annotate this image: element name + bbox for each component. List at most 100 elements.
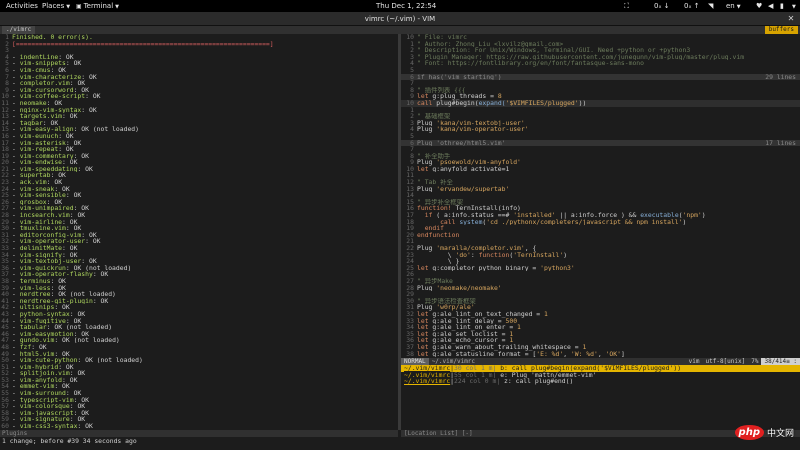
code-token: '$VIMFILES/plugged' bbox=[505, 99, 579, 107]
location-list-item[interactable]: ~/.vim/vimrc|224 col 0 m| z: call plug#e… bbox=[401, 378, 800, 385]
plugin-status: OK bbox=[69, 218, 78, 226]
code-token: expand( bbox=[478, 99, 506, 107]
line-number: 17 bbox=[1, 139, 9, 147]
right-status-line: NORMAL ~/.vim/vimrc vim utf-8[unix] 7% 38/41… bbox=[401, 358, 800, 365]
plugin-status-line: 36- vim-quickrun: OK (not loaded) bbox=[0, 265, 398, 272]
vimrc-editor-pane[interactable]: 10 " File: vimrc 1 " Author: Zhong Liu <lxv… bbox=[401, 34, 800, 358]
code-token: 'npm' bbox=[682, 212, 702, 219]
plugin-name: nginx-vim-syntax bbox=[19, 106, 82, 114]
line-number: 35 bbox=[406, 330, 414, 338]
plugin-status-line: 44- vim-fugitive: OK bbox=[0, 318, 398, 325]
plugin-name: vim-characterize bbox=[19, 73, 82, 81]
plugin-status-line: 60- vim-css3-syntax: OK bbox=[0, 423, 398, 430]
code-line: 33 let g:ale_lint_delay = 500 bbox=[401, 318, 800, 325]
list-bullet: - bbox=[12, 291, 20, 298]
list-bullet: - bbox=[12, 238, 20, 245]
code-token: 'python3' bbox=[540, 264, 575, 272]
line-number: 33 bbox=[1, 245, 9, 252]
line-number: 23 bbox=[1, 179, 9, 186]
plugin-status: OK bbox=[77, 370, 86, 377]
line-number: 38 bbox=[1, 277, 9, 285]
list-bullet: - bbox=[12, 231, 20, 239]
location-message: b: call plug#begin(expand('$VIMFILES/plu… bbox=[496, 365, 682, 372]
line-number: 2 bbox=[5, 40, 9, 48]
plugin-name: terminus bbox=[19, 277, 51, 285]
volume-icon[interactable]: ◀ bbox=[768, 0, 773, 12]
folded-region[interactable]: 6 if has('vim_starting') 29 lines bbox=[401, 73, 800, 81]
location-list-item[interactable]: ~/.vim/vimrc|55 col 1 m| e: Plug 'mattn/… bbox=[401, 372, 800, 379]
window-title-bar[interactable]: vimrc (~/.vim) - VIM ✕ bbox=[0, 12, 800, 26]
line-number: 58 bbox=[1, 409, 9, 417]
plugin-status-line: 2 [======================================… bbox=[0, 41, 398, 48]
plugin-status-line: 27- vim-unimpaired: OK bbox=[0, 205, 398, 212]
plugin-status-line: 53- vim-anyfold: OK bbox=[0, 377, 398, 384]
line-number: 39 bbox=[1, 284, 9, 292]
install-progress-bar: [=======================================… bbox=[12, 40, 274, 48]
code-line: 2 " 基础框架 bbox=[401, 113, 800, 120]
plugin-status: OK bbox=[58, 284, 66, 292]
tray-app-icon[interactable]: ⛶ bbox=[624, 0, 629, 12]
activities-button[interactable]: Activities bbox=[6, 0, 38, 12]
location-position: 55 col 1 m| bbox=[454, 371, 497, 379]
plugin-name: vim-unimpaired bbox=[19, 205, 74, 213]
plugin-status-line: 21- vim-speeddating: OK bbox=[0, 166, 398, 173]
location-message: z: call plug#end() bbox=[500, 378, 574, 385]
plugin-name: vim-cute-python bbox=[19, 357, 78, 364]
list-bullet: - bbox=[12, 119, 20, 127]
line-number: 20 bbox=[406, 231, 414, 239]
plugin-status: OK bbox=[81, 330, 89, 338]
plugin-name: vim-easy-align bbox=[19, 126, 74, 133]
plugin-status-line: 24- vim-sneak: OK bbox=[0, 186, 398, 193]
code-token: executable bbox=[640, 212, 679, 219]
plugin-status: OK bbox=[69, 245, 78, 252]
plugin-status: OK bbox=[50, 119, 59, 127]
accessibility-icon[interactable]: ♥ bbox=[756, 0, 762, 12]
line-number: 29 bbox=[1, 218, 9, 226]
code-token: " File: vimrc bbox=[417, 34, 468, 41]
places-menu[interactable]: Places ▼ bbox=[42, 0, 70, 12]
plugin-status-line: 9- vim-cursorword: OK bbox=[0, 87, 398, 94]
folded-region[interactable]: 6 Plug 'othree/html5.vim' 17 lines bbox=[401, 139, 800, 147]
language-menu[interactable]: en ▼ bbox=[726, 0, 741, 12]
clock[interactable]: Thu Dec 1, 22:54 bbox=[376, 0, 436, 12]
system-menu-chevron-icon[interactable]: ▼ bbox=[790, 0, 796, 12]
code-line: 4 " Font: https://fontlibrary.org/en/font… bbox=[401, 60, 800, 67]
arrow-up-icon: ↑ bbox=[693, 2, 700, 10]
line-number: 9 bbox=[410, 93, 414, 100]
line-number: 28 bbox=[1, 212, 9, 219]
status-filename: ~/.vim/vimrc bbox=[431, 358, 476, 365]
plugin-status: OK bbox=[62, 350, 70, 358]
plugin-status: OK bbox=[58, 172, 66, 180]
plugin-status-line: 47- gundo.vim: OK (not loaded) bbox=[0, 337, 398, 344]
code-line: 34 let g:ale_lint_on_enter = 1 bbox=[401, 324, 800, 331]
list-bullet: - bbox=[12, 139, 20, 147]
close-icon[interactable]: ✕ bbox=[786, 12, 796, 26]
line-number: 31 bbox=[406, 304, 414, 311]
vim-command-line[interactable]: 1 change; before #39 34 seconds ago bbox=[0, 437, 800, 450]
plugin-name: vim-less bbox=[19, 284, 51, 292]
battery-icon[interactable]: ▮ bbox=[780, 0, 784, 12]
code-token: Plug bbox=[417, 245, 437, 252]
code-token: 8 bbox=[497, 93, 502, 100]
plugin-name: nerdtree-git-plugin bbox=[19, 297, 93, 305]
separator: : bbox=[85, 93, 93, 100]
plugin-status: OK bbox=[69, 251, 78, 259]
plugin-status: OK bbox=[81, 396, 89, 404]
plugin-status-pane[interactable]: 1 Finished. 0 error(s). 2 [================… bbox=[0, 34, 398, 430]
code-token: g:ale_lint_delay = bbox=[432, 317, 506, 325]
terminal-menu[interactable]: ▣ Terminal ▼ bbox=[76, 0, 119, 12]
list-bullet: - bbox=[12, 357, 20, 364]
list-bullet: - bbox=[12, 277, 20, 285]
code-token: 'TernInstall' bbox=[513, 251, 564, 259]
plugin-status: OK bbox=[88, 258, 97, 265]
plugin-status-line: 22- supertab: OK bbox=[0, 172, 398, 179]
wifi-icon[interactable]: ◥ bbox=[708, 0, 713, 12]
tab-vimrc[interactable]: ./vimrc bbox=[2, 26, 36, 34]
plugin-status: OK bbox=[92, 93, 101, 100]
code-token: , { bbox=[524, 245, 537, 252]
arrow-down-icon: ↓ bbox=[663, 2, 670, 10]
plugin-name: html5.vim bbox=[19, 350, 55, 358]
code-token: || a:info.force ) && bbox=[555, 212, 641, 219]
location-list-item[interactable]: ~/.vim/vimrc|30 col 1 m| b: call plug#be… bbox=[401, 365, 800, 372]
list-bullet: - bbox=[12, 376, 20, 384]
